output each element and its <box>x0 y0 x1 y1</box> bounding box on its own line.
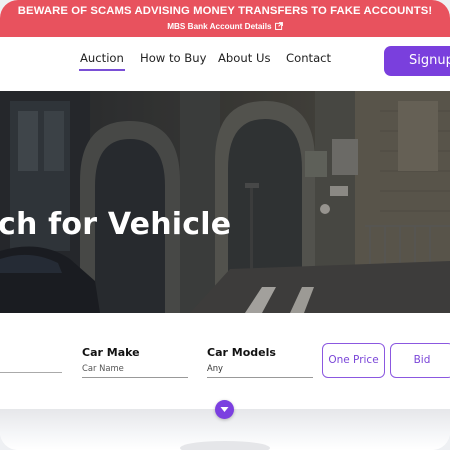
bank-account-details-link[interactable]: MBS Bank Account Details <box>0 22 450 31</box>
bank-account-details-label: MBS Bank Account Details <box>167 22 272 31</box>
car-models-select[interactable]: Any <box>207 363 313 378</box>
external-link-icon <box>274 22 283 30</box>
hero-banner: ch for Vehicle <box>0 91 450 313</box>
scam-warning-text: BEWARE OF SCAMS ADVISING MONEY TRANSFERS… <box>17 5 433 17</box>
car-models-field[interactable]: Car Models Any <box>207 346 313 378</box>
nav-item-auction[interactable]: Auction <box>79 51 125 71</box>
car-make-label: Car Make <box>82 346 140 359</box>
car-models-label: Car Models <box>207 346 276 359</box>
one-price-button[interactable]: One Price <box>322 343 385 378</box>
car-make-input[interactable]: Car Name <box>82 363 188 378</box>
chevron-down-icon <box>220 407 229 412</box>
expand-search-button[interactable] <box>215 400 234 419</box>
hero-background-image <box>0 91 450 313</box>
signup-button[interactable]: Signup <box>384 46 450 76</box>
bid-button[interactable]: Bid <box>390 343 450 378</box>
scam-warning-banner: BEWARE OF SCAMS ADVISING MONEY TRANSFERS… <box>0 0 450 37</box>
vehicle-search-panel: Car Make Car Name Car Models Any One Pri… <box>0 313 450 409</box>
hero-title: ch for Vehicle <box>0 207 232 242</box>
search-field-underline[interactable] <box>0 372 62 373</box>
nav-item-about-us[interactable]: About Us <box>218 51 271 65</box>
nav-item-how-to-buy[interactable]: How to Buy <box>140 51 206 65</box>
lower-content-shadow <box>180 441 270 450</box>
main-nav: Auction How to Buy About Us Contact Sign… <box>0 37 450 91</box>
car-make-field[interactable]: Car Make Car Name <box>82 346 188 378</box>
page-frame: BEWARE OF SCAMS ADVISING MONEY TRANSFERS… <box>0 0 450 450</box>
nav-item-contact[interactable]: Contact <box>286 51 331 65</box>
